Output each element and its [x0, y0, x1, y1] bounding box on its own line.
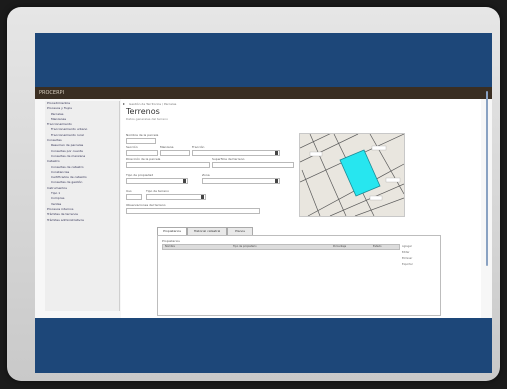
field-label: Fracción [192, 145, 205, 149]
area-field[interactable] [212, 162, 294, 168]
address-field[interactable] [126, 162, 210, 168]
owners-panel: Propietarios Nombre Tipo de propietario … [157, 235, 441, 316]
column-header[interactable]: Nombre [165, 245, 175, 249]
bottom-banner [35, 318, 492, 373]
map-graphic [300, 134, 404, 216]
scrollbar[interactable] [486, 91, 488, 266]
notes-field[interactable] [126, 208, 260, 214]
breadcrumb[interactable]: Gestión de Territorios / Parcelas [129, 102, 176, 106]
chevron-down-icon[interactable] [183, 179, 186, 183]
column-header[interactable]: Estado [373, 245, 382, 249]
grid-actions: Agregar Editar Eliminar Exportar [402, 244, 436, 268]
field-label: Sección [126, 145, 138, 149]
export-button[interactable]: Exportar [402, 262, 436, 268]
table-header: Nombre Tipo de propietario Porcentaje Es… [162, 244, 400, 250]
field-label: Tipo de propiedad [126, 173, 154, 177]
page-subtitle: Datos generales del terreno [126, 117, 168, 121]
block-field[interactable] [160, 150, 190, 156]
screen: PROCERPI Procedimientos Procesos y flujos… [35, 33, 492, 373]
top-banner [35, 33, 492, 87]
field-label: Observaciones del terreno [126, 203, 166, 207]
page-title: Terrenos [126, 107, 160, 116]
app-window: Procedimientos Procesos y flujos Parcelas M… [35, 99, 492, 318]
field-label: Uso [126, 189, 132, 193]
parcel-form: Nombre de la parcela Sección Manzana Fra… [126, 133, 296, 223]
main-content: ▸ Gestión de Territorios / Parcelas Terr… [121, 99, 481, 318]
use-field[interactable] [126, 194, 142, 200]
field-label: Zona [202, 173, 210, 177]
panel-label: Propietarios [162, 239, 180, 243]
field-label: Manzana [160, 145, 174, 149]
chevron-down-icon[interactable] [275, 179, 278, 183]
column-header[interactable]: Tipo de propietario [233, 245, 257, 249]
field-label: Superficie del terreno [212, 157, 245, 161]
navigation-tree: Procedimientos Procesos y flujos Parcelas M… [45, 101, 120, 311]
column-header[interactable]: Porcentaje [333, 245, 346, 249]
field-label: Dirección de la parcela [126, 157, 161, 161]
zone-select[interactable] [202, 178, 280, 184]
sidebar-item[interactable]: Trámites administrativos [45, 218, 119, 223]
section-field[interactable] [126, 150, 158, 156]
parcel-name-field[interactable] [126, 138, 156, 144]
collapse-arrow-icon[interactable]: ▸ [123, 102, 126, 106]
chevron-down-icon[interactable] [275, 151, 278, 155]
app-title: PROCERPI [39, 90, 65, 96]
property-type-select[interactable] [126, 178, 188, 184]
parcel-map[interactable] [299, 133, 405, 217]
app-header: PROCERPI [35, 87, 492, 99]
fraction-select[interactable] [192, 150, 280, 156]
field-label: Nombre de la parcela [126, 133, 159, 137]
field-label: Tipo de terreno [146, 189, 169, 193]
chevron-down-icon[interactable] [201, 195, 204, 199]
land-type-select[interactable] [146, 194, 206, 200]
